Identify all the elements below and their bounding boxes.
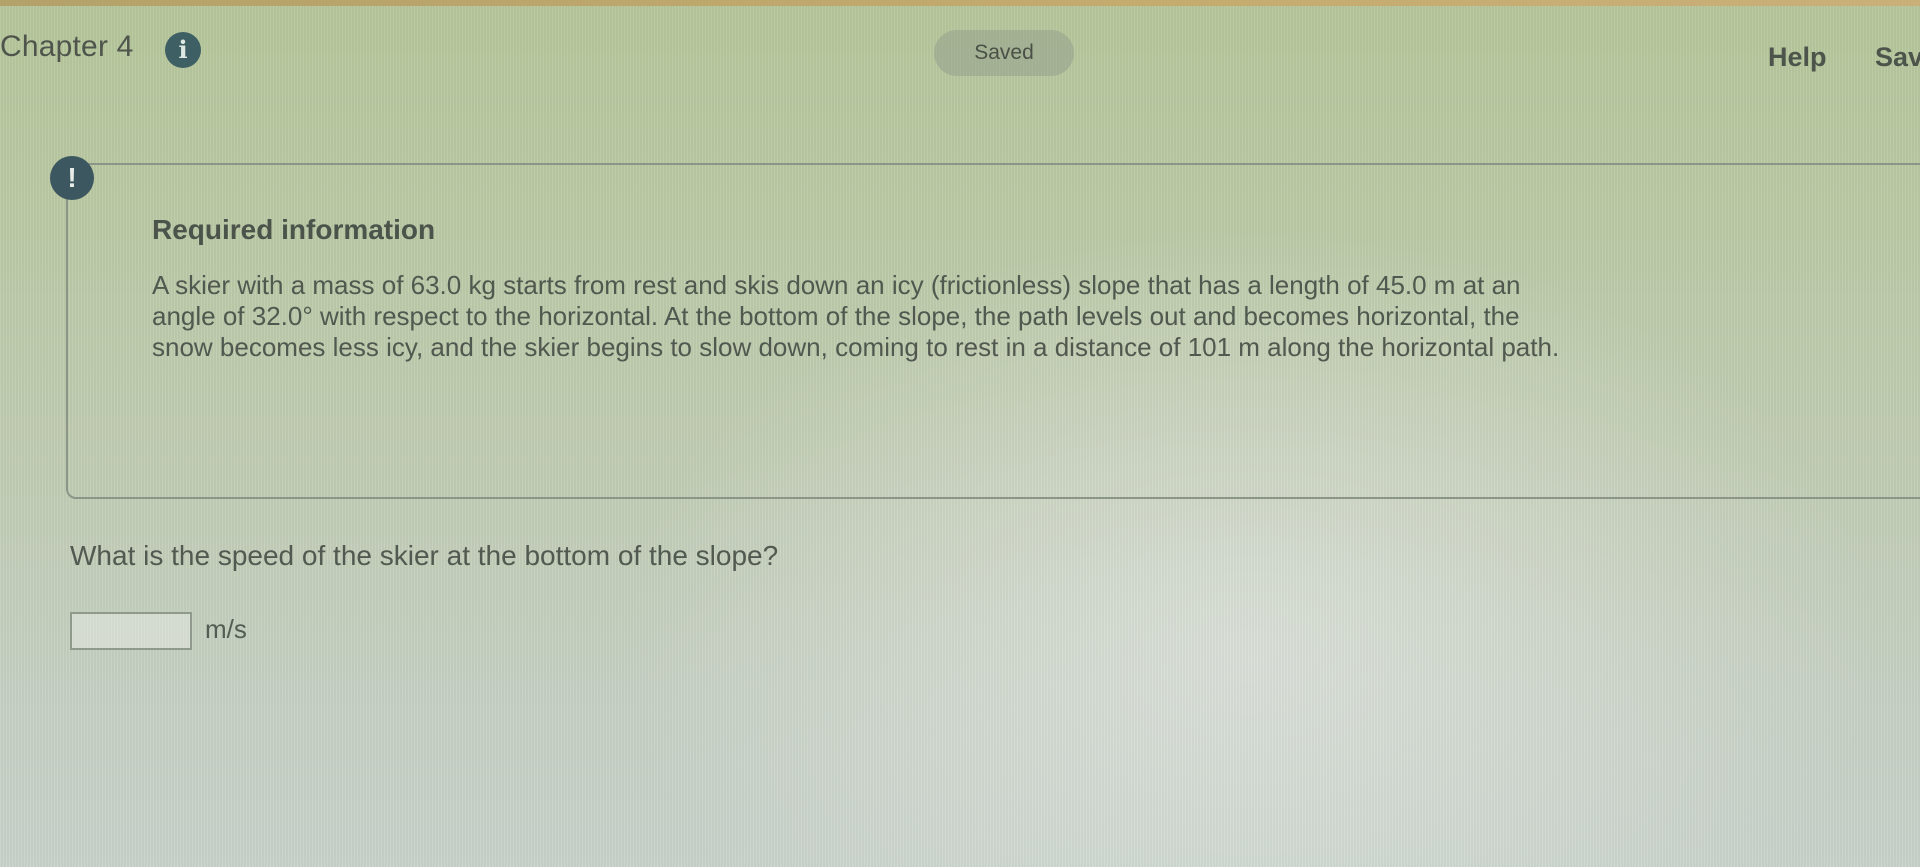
answer-unit: m/s	[205, 614, 247, 644]
assignment-header: Chapter 4 i Saved Help Save	[0, 0, 1920, 100]
exclamation-icon: !	[50, 156, 94, 200]
problem-statement-line: A skier with a mass of 63.0 kg starts fr…	[152, 270, 1521, 300]
required-information-title: Required information	[152, 214, 436, 245]
help-button[interactable]: Help	[1768, 42, 1827, 73]
question-text: What is the speed of the skier at the bo…	[70, 540, 779, 571]
problem-statement-line: angle of 32.0° with respect to the horiz…	[152, 301, 1520, 331]
save-button[interactable]: Save	[1875, 42, 1920, 73]
problem-statement: A skier with a mass of 63.0 kg starts fr…	[152, 270, 1872, 363]
problem-statement-line: snow becomes less icy, and the skier beg…	[152, 332, 1560, 362]
saved-status-badge: Saved	[934, 30, 1074, 76]
info-icon[interactable]: i	[165, 32, 201, 68]
answer-input[interactable]	[70, 612, 192, 650]
chapter-title: Chapter 4	[0, 30, 134, 63]
